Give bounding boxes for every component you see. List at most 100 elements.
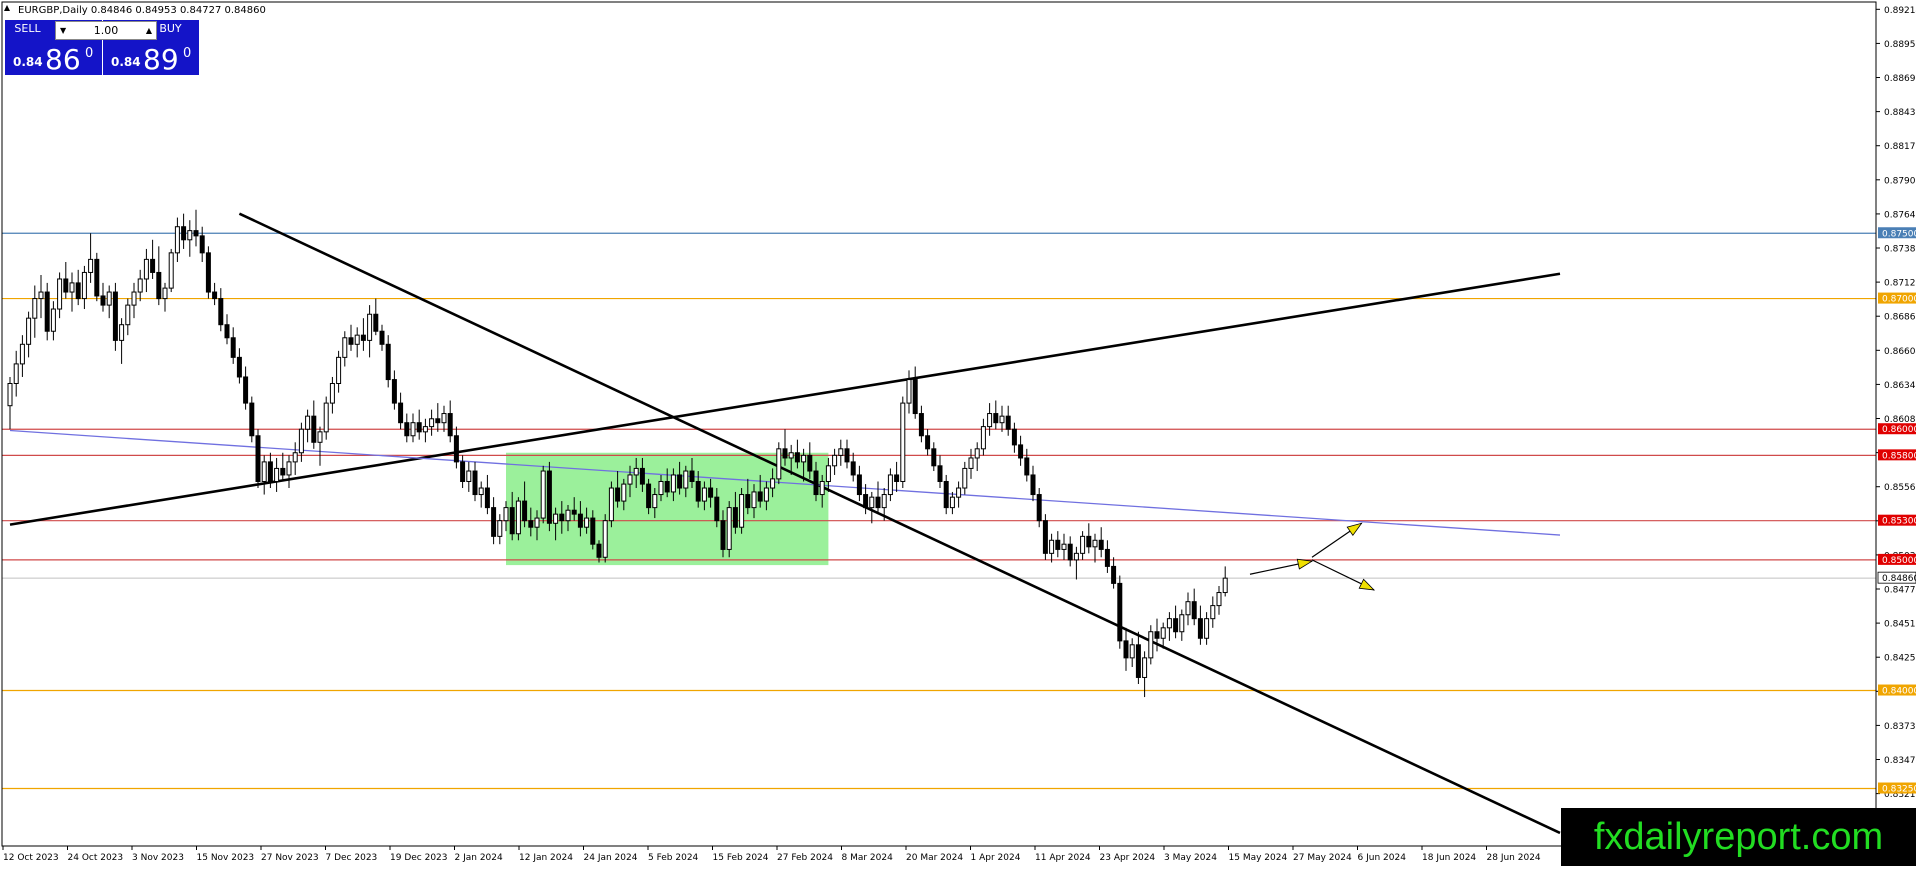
candle-body bbox=[565, 509, 571, 522]
candle-body bbox=[1111, 565, 1117, 584]
x-tick-label: 19 Dec 2023 bbox=[390, 853, 448, 863]
candle[interactable] bbox=[1042, 514, 1048, 560]
candle-body bbox=[119, 324, 125, 341]
candle-body bbox=[732, 507, 738, 528]
y-tick-label: 0.86865 bbox=[1884, 313, 1916, 323]
candle[interactable] bbox=[900, 396, 906, 489]
x-tick-label: 24 Oct 2023 bbox=[68, 853, 124, 863]
x-tick-label: 15 Feb 2024 bbox=[713, 853, 769, 863]
y-tick-label: 0.85560 bbox=[1884, 483, 1916, 493]
candle[interactable] bbox=[112, 282, 118, 351]
candle-body bbox=[75, 282, 81, 300]
candle-body bbox=[1055, 539, 1061, 550]
candle-body bbox=[243, 376, 249, 404]
lot-size-input[interactable]: ▼ 1.00 ▲ bbox=[55, 21, 157, 40]
candle-body bbox=[57, 278, 63, 310]
candle-body bbox=[267, 461, 273, 482]
x-tick-label: 18 Jun 2024 bbox=[1422, 853, 1476, 863]
candle-body bbox=[1086, 535, 1092, 548]
candle-body bbox=[1210, 605, 1216, 620]
candle-body bbox=[918, 413, 924, 437]
candle[interactable] bbox=[515, 497, 521, 541]
candle-body bbox=[844, 448, 850, 463]
candle-body bbox=[1005, 415, 1011, 430]
candle-body bbox=[695, 480, 701, 502]
candle-body bbox=[856, 474, 862, 496]
y-tick-label: 0.86343 bbox=[1884, 381, 1916, 391]
candle-body bbox=[484, 487, 490, 509]
candle-body bbox=[962, 467, 968, 489]
candle[interactable] bbox=[546, 461, 552, 532]
candle-body bbox=[1179, 614, 1185, 633]
candle-body bbox=[633, 467, 639, 476]
candle-body bbox=[1061, 543, 1067, 550]
candle-body bbox=[627, 474, 633, 485]
candle-body bbox=[956, 487, 962, 498]
candle-body bbox=[1173, 618, 1179, 633]
candle-body bbox=[596, 543, 602, 558]
candle-body bbox=[1067, 543, 1073, 561]
candle-body bbox=[801, 454, 807, 463]
candle-body bbox=[894, 474, 900, 482]
x-tick-label: 28 Jun 2024 bbox=[1487, 853, 1541, 863]
candle[interactable] bbox=[540, 465, 546, 524]
candle-body bbox=[943, 480, 949, 509]
candle-body bbox=[311, 415, 317, 443]
sell-price-prefix: 0.84 bbox=[13, 55, 43, 69]
candle-body bbox=[88, 258, 94, 273]
candle-body bbox=[205, 252, 211, 293]
candle[interactable] bbox=[739, 488, 745, 534]
candle-body bbox=[156, 271, 162, 300]
candle[interactable] bbox=[608, 481, 614, 528]
candle[interactable] bbox=[249, 396, 255, 443]
candle[interactable] bbox=[94, 252, 100, 302]
sell-price-big: 86 bbox=[45, 43, 81, 76]
candle[interactable] bbox=[726, 501, 732, 558]
candle-body bbox=[379, 330, 385, 345]
candle-body bbox=[336, 356, 342, 384]
candle-body bbox=[491, 507, 497, 537]
candle[interactable] bbox=[776, 442, 782, 485]
candle-body bbox=[832, 454, 838, 467]
candle-body bbox=[162, 287, 168, 300]
candle-body bbox=[559, 513, 565, 522]
candle-body bbox=[373, 313, 379, 332]
candle[interactable] bbox=[255, 429, 261, 489]
candle-body bbox=[683, 470, 689, 489]
x-tick-label: 12 Jan 2024 bbox=[519, 853, 573, 863]
y-tick-label: 0.84255 bbox=[1884, 654, 1916, 664]
y-tick-label: 0.88170 bbox=[1884, 142, 1916, 152]
candle-body bbox=[187, 230, 193, 241]
candle[interactable] bbox=[205, 246, 211, 299]
candle-body bbox=[553, 513, 559, 524]
candle[interactable] bbox=[602, 514, 608, 563]
candle-body bbox=[447, 413, 453, 437]
current-price-label: 0.84860 bbox=[1882, 574, 1916, 584]
candle-body bbox=[546, 470, 552, 524]
candle-body bbox=[224, 324, 230, 339]
lot-increase-icon[interactable]: ▲ bbox=[146, 22, 152, 39]
candle-body bbox=[751, 491, 757, 509]
candle-body bbox=[305, 415, 311, 430]
candle-body bbox=[466, 470, 472, 482]
candle-body bbox=[236, 356, 242, 378]
candle-body bbox=[429, 418, 435, 428]
price-chart[interactable]: 0.89214 0.88953 0.88692 0.88431 0.88170 0.879… bbox=[0, 0, 1916, 866]
candle-body bbox=[348, 337, 354, 345]
candle-body bbox=[354, 334, 360, 345]
lot-decrease-icon[interactable]: ▼ bbox=[60, 22, 66, 39]
sell-price-sup: 0 bbox=[85, 46, 94, 61]
candle-body bbox=[1024, 457, 1030, 476]
candle-body bbox=[869, 496, 875, 509]
x-tick-label: 27 May 2024 bbox=[1293, 853, 1352, 863]
candle-body bbox=[1166, 618, 1172, 629]
candle-body bbox=[639, 467, 645, 485]
candle[interactable] bbox=[168, 248, 174, 293]
chart-canvas[interactable]: 0.89214 0.88953 0.88692 0.88431 0.88170 0.879… bbox=[0, 0, 1916, 866]
candle-body bbox=[770, 478, 776, 489]
candle-body bbox=[794, 452, 800, 463]
x-tick-label: 27 Nov 2023 bbox=[261, 853, 319, 863]
level-label: 0.85800 bbox=[1882, 451, 1916, 461]
candle-body bbox=[398, 402, 404, 424]
candle[interactable] bbox=[1117, 575, 1123, 649]
